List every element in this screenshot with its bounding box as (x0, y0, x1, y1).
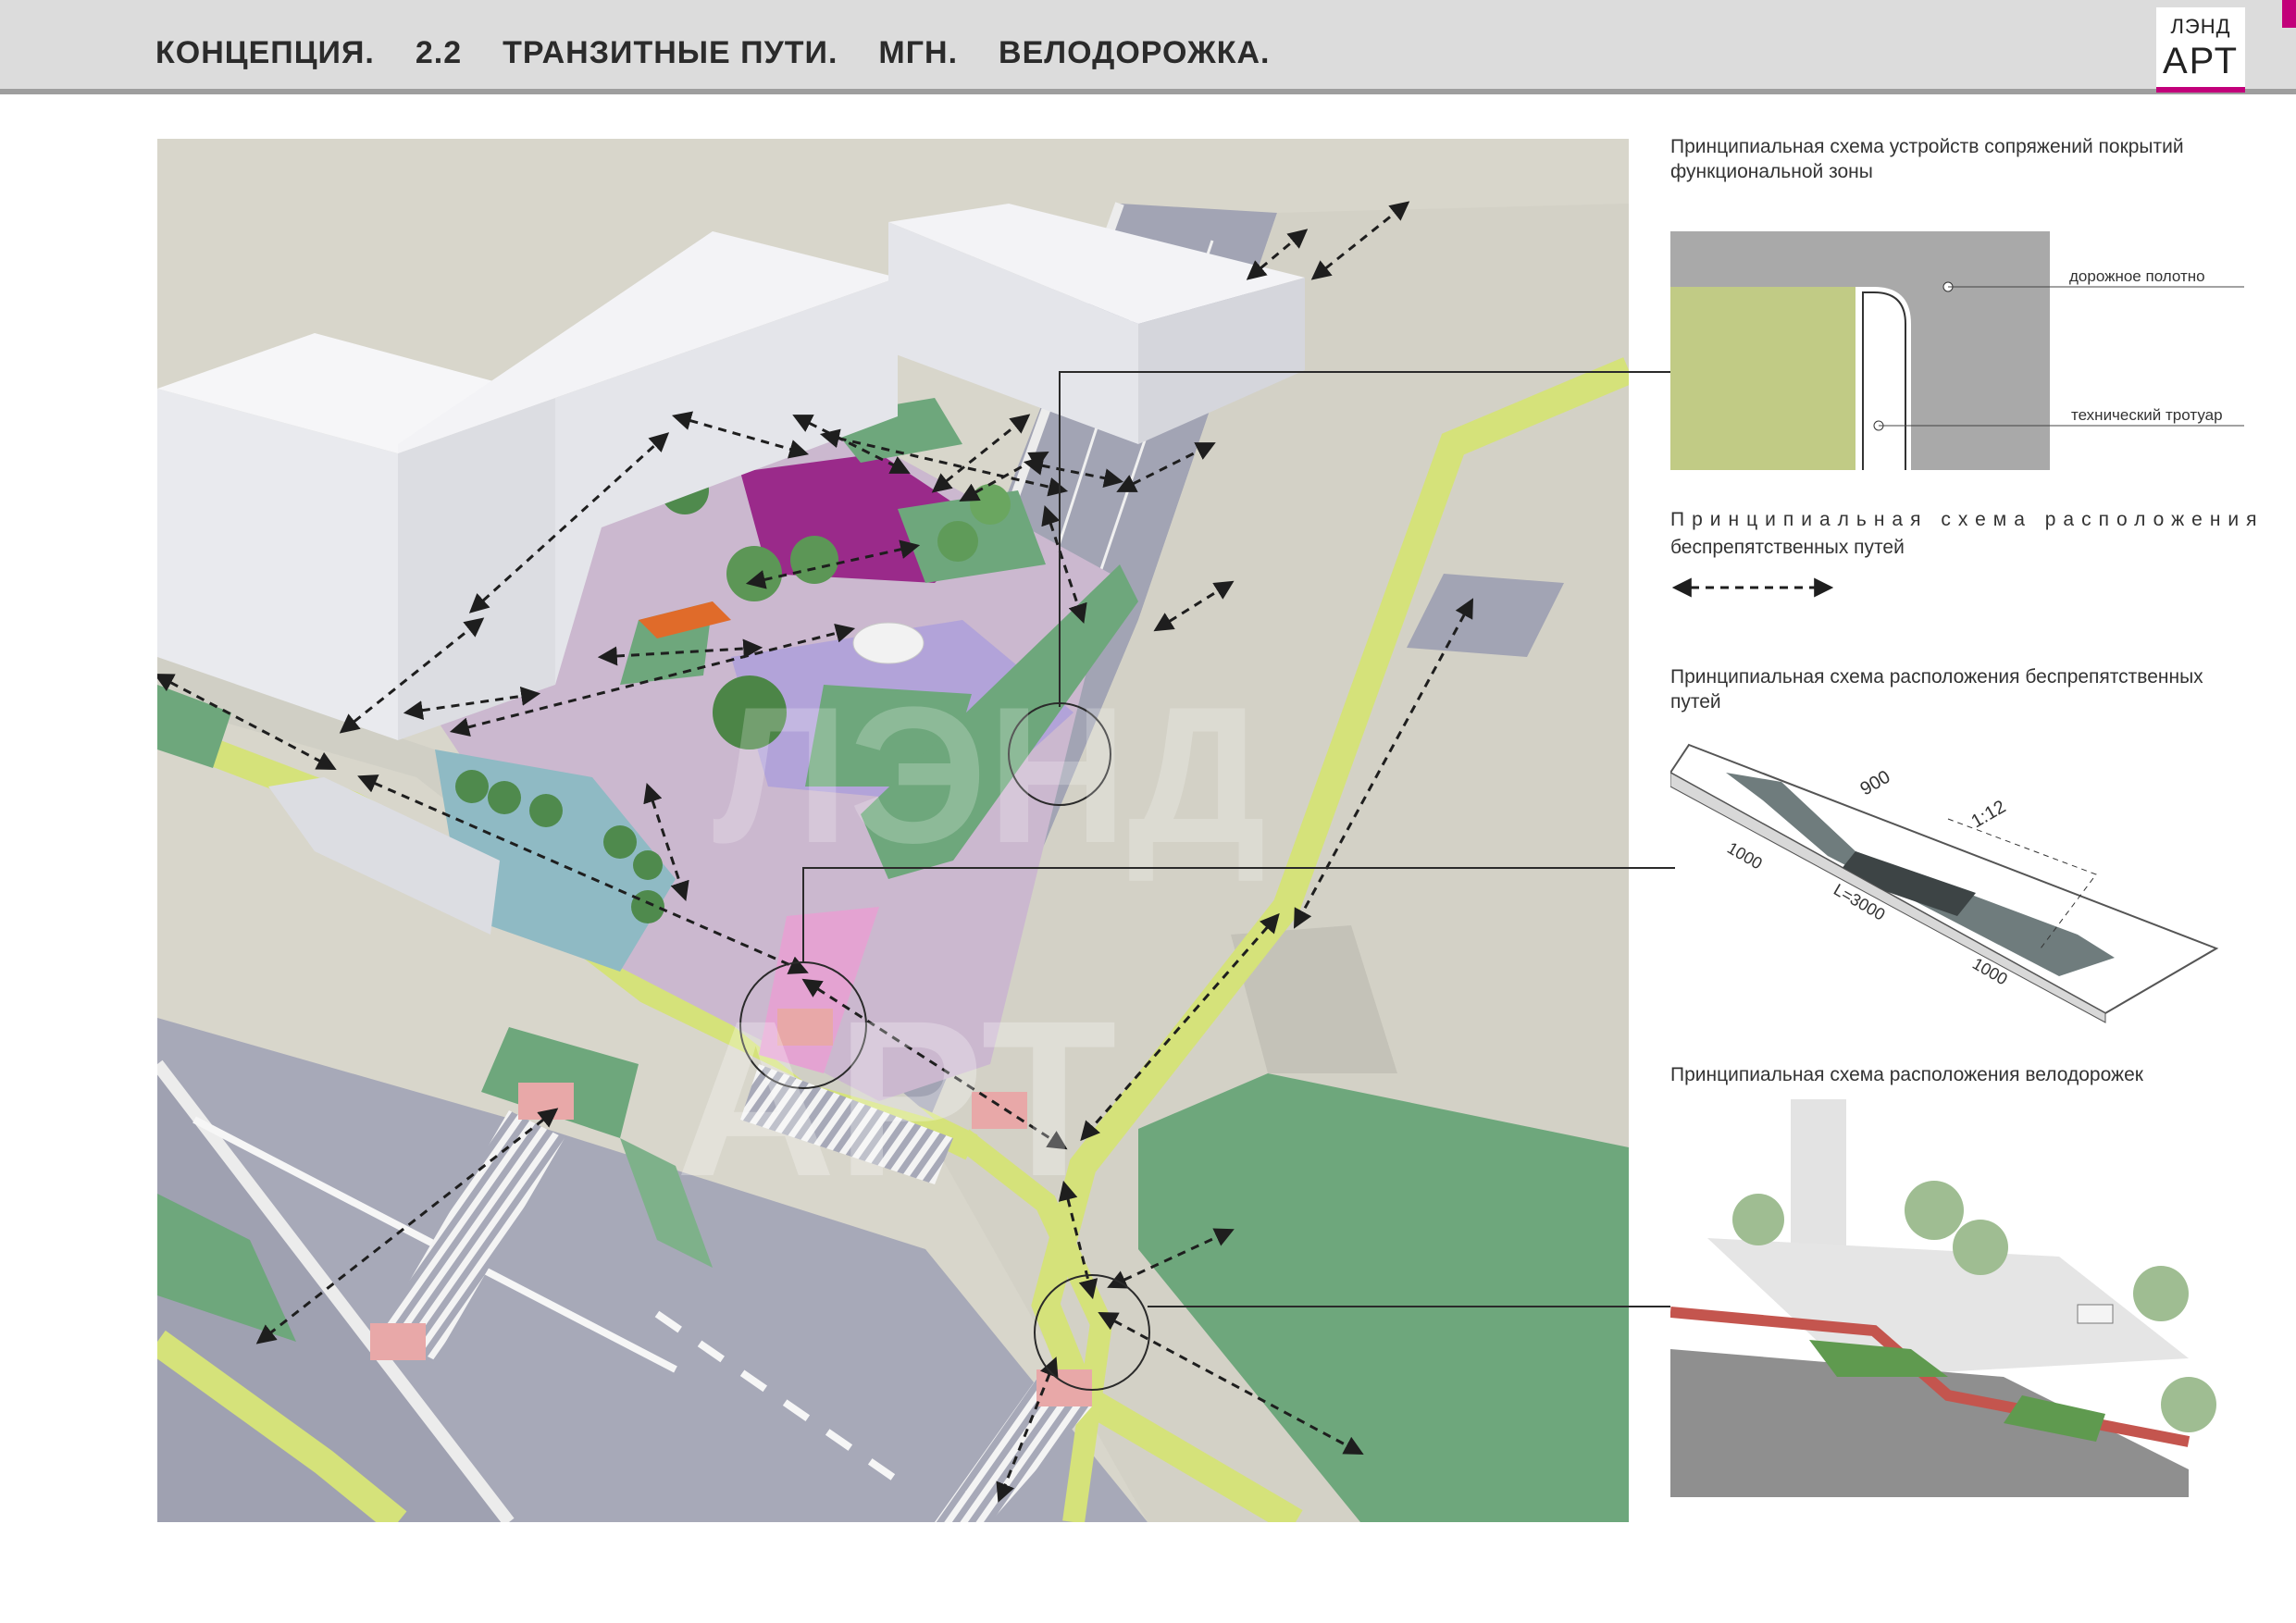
tree (1732, 1194, 1784, 1245)
section2-title-line2: беспрепятственных путей (1670, 537, 1905, 558)
bike-lane-diagram (1670, 1099, 2244, 1497)
leader-line-2 (802, 867, 1675, 962)
green-surface (1670, 287, 1855, 470)
dim-900: 900 (1857, 767, 1894, 800)
dim-1000-left: 1000 (1724, 838, 1766, 873)
tree (1953, 1220, 2008, 1275)
section3-title: Принципиальная схема расположения беспре… (1670, 666, 2203, 712)
leader-line-1 (1059, 371, 1675, 707)
label-road-surface: дорожное полотно (2069, 267, 2205, 285)
section1-title: Принципиальная схема устройств сопряжени… (1670, 136, 2184, 182)
tree (2161, 1377, 2216, 1432)
tree (2133, 1266, 2189, 1321)
route-legend-arrow (1671, 577, 1834, 598)
ramp-diagram: 900 1:12 1000 L=3000 1000 (1670, 743, 2219, 1023)
label-tech-sidewalk: технический тротуар (2071, 406, 2223, 424)
car (2077, 1304, 2114, 1324)
tree (1905, 1181, 1964, 1240)
section2-title-line1: Принципиальная схема расположения (1670, 509, 2265, 530)
dim-slope: 1:12 (1968, 797, 2010, 833)
section4-title: Принципиальная схема расположения велодо… (1670, 1064, 2143, 1085)
